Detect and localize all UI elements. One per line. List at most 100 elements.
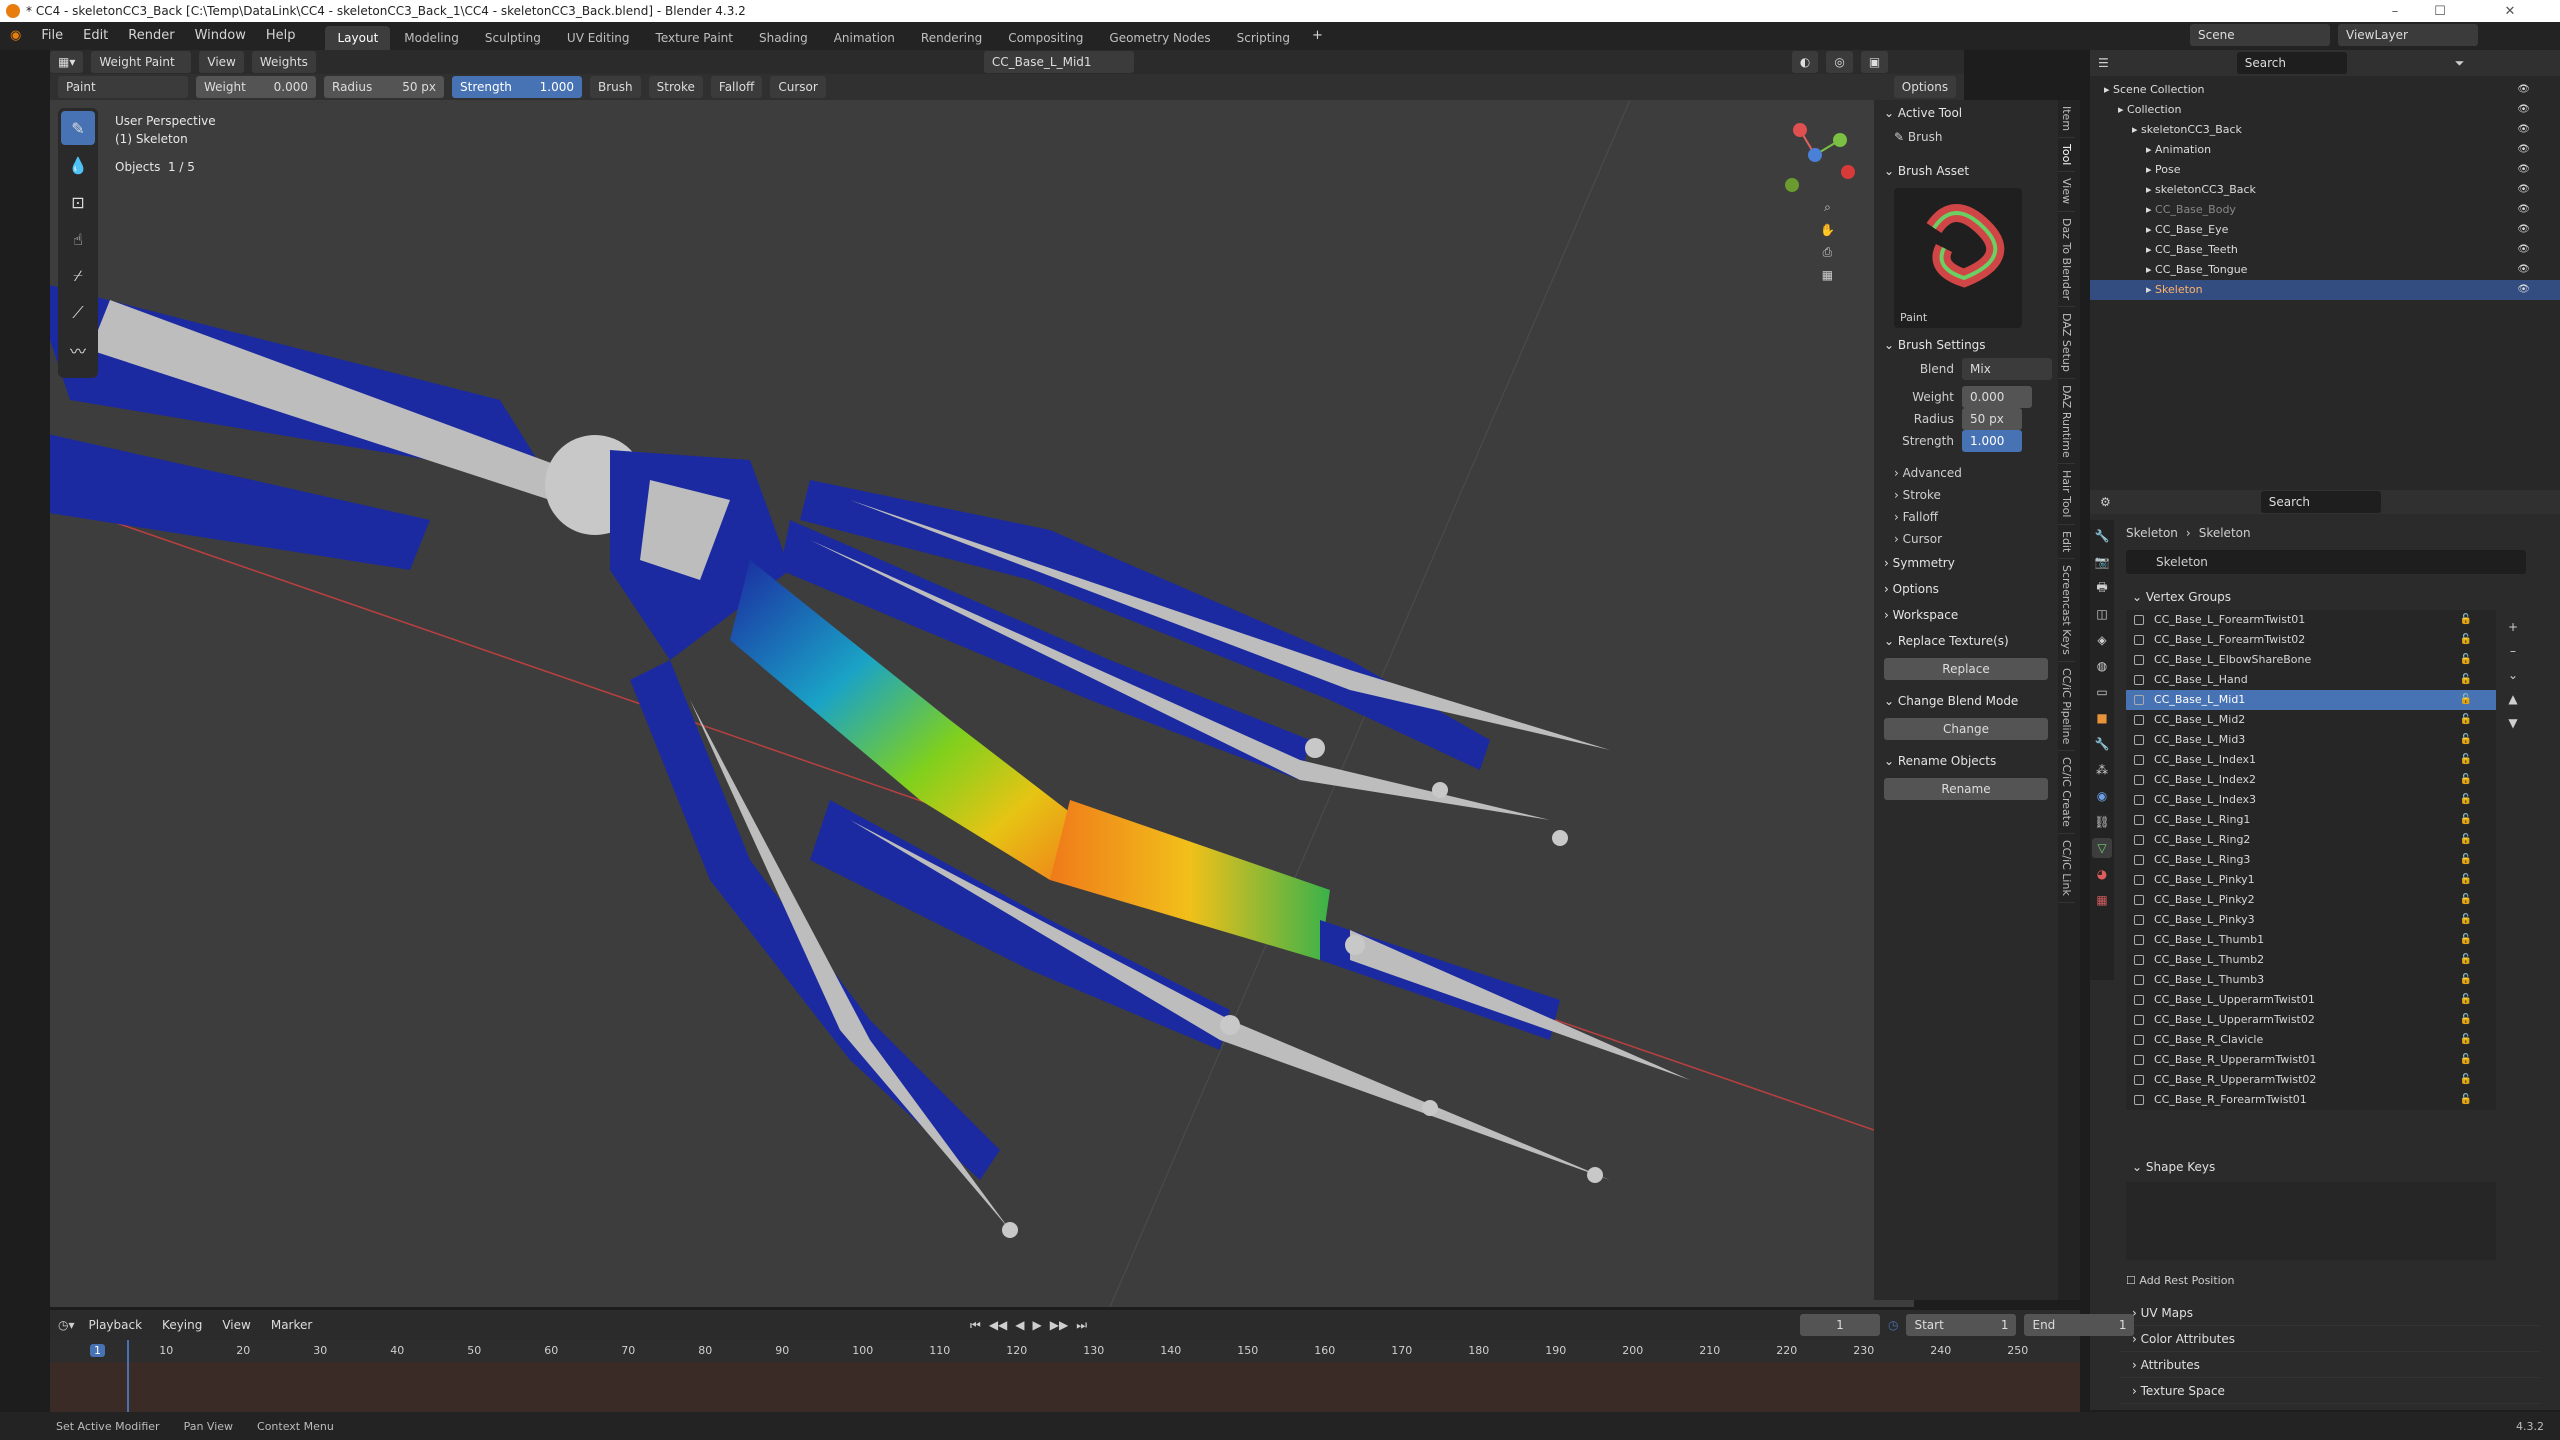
maximize-icon[interactable]: ☐ xyxy=(2420,0,2460,22)
gradient-icon[interactable]: ⟋ xyxy=(61,296,95,330)
shading-solid-icon[interactable]: ◐ xyxy=(1791,51,1819,73)
vertex-group-row[interactable]: CC_Base_L_ElbowShareBone 🔓 xyxy=(2126,650,2496,670)
annotate-icon[interactable]: 〰 xyxy=(61,333,95,367)
mode-selector[interactable]: Weight Paint xyxy=(91,51,192,73)
subsection-advanced[interactable]: › Advanced xyxy=(1874,462,2058,484)
workspace-tab-layout[interactable]: Layout xyxy=(325,26,391,50)
subsection-stroke[interactable]: › Stroke xyxy=(1874,484,2058,506)
navigation-gizmo[interactable] xyxy=(1770,110,1860,200)
sidebar-strength-field[interactable]: 1.000 xyxy=(1962,430,2022,452)
weight-field[interactable]: Weight 0.000 xyxy=(196,76,316,98)
outliner-item[interactable]: ▸ skeletonCC3_Back 👁 xyxy=(2090,180,2560,200)
output-tab-icon[interactable]: 🖶 xyxy=(2092,578,2112,598)
skeleton-hand-mesh[interactable] xyxy=(50,100,1874,1307)
zoom-icon[interactable]: ⌕ xyxy=(1820,200,1835,215)
vertex-group-row[interactable]: CC_Base_L_Thumb3 🔓 xyxy=(2126,970,2496,990)
move-up-icon[interactable]: ▲ xyxy=(2508,692,2518,706)
active-brush-row[interactable]: ✎ Brush xyxy=(1874,126,2058,148)
workspace-tab-animation[interactable]: Animation xyxy=(822,26,907,50)
falloff-menu[interactable]: Falloff xyxy=(710,76,763,98)
visibility-eye-icon[interactable]: 👁 xyxy=(2517,280,2530,300)
vertex-group-row[interactable]: CC_Base_L_Ring2 🔓 xyxy=(2126,830,2496,850)
weights-menu[interactable]: Weights xyxy=(251,51,316,73)
radius-field[interactable]: Radius 50 px xyxy=(324,76,444,98)
prev-keyframe-icon[interactable]: ◀◀ xyxy=(989,1318,1007,1333)
scene-selector[interactable]: Scene xyxy=(2190,24,2330,46)
vertex-group-row[interactable]: CC_Base_L_ForearmTwist02 🔓 xyxy=(2126,630,2496,650)
outliner-item[interactable]: ▸ CC_Base_Teeth 👁 xyxy=(2090,240,2560,260)
vertex-group-row[interactable]: CC_Base_L_Thumb2 🔓 xyxy=(2126,950,2496,970)
properties-editor-icon[interactable]: ⚙ xyxy=(2100,495,2111,509)
vertex-group-row[interactable]: CC_Base_R_ForearmTwist01 🔓 xyxy=(2126,1090,2496,1110)
mesh-name-field[interactable]: Skeleton xyxy=(2126,550,2526,574)
sample-weight-icon[interactable]: ⌿ xyxy=(61,259,95,293)
current-frame-field[interactable]: 1 xyxy=(1800,1314,1880,1336)
lock-icon[interactable]: 🔓 xyxy=(2460,1010,2472,1030)
lock-icon[interactable]: 🔓 xyxy=(2460,730,2472,750)
vertex-group-row[interactable]: CC_Base_L_Ring1 🔓 xyxy=(2126,810,2496,830)
visibility-eye-icon[interactable]: 👁 xyxy=(2517,140,2530,160)
properties-search[interactable]: Search xyxy=(2260,491,2381,513)
next-keyframe-icon[interactable]: ▶▶ xyxy=(1050,1318,1068,1333)
side-tab-view[interactable]: View xyxy=(2058,172,2075,212)
lock-icon[interactable]: 🔓 xyxy=(2460,810,2472,830)
outliner-search[interactable]: Search xyxy=(2236,52,2347,74)
visibility-eye-icon[interactable]: 👁 xyxy=(2517,80,2530,100)
sidebar-radius-field[interactable]: 50 px xyxy=(1962,408,2022,430)
visibility-eye-icon[interactable]: 👁 xyxy=(2517,200,2530,220)
section-symmetry[interactable]: › Symmetry xyxy=(1874,550,2058,576)
side-tab-daz-setup[interactable]: DAZ Setup xyxy=(2058,307,2075,379)
brush-menu[interactable]: Brush xyxy=(590,76,641,98)
shape-key-list[interactable] xyxy=(2126,1182,2496,1260)
workspace-tab-sculpting[interactable]: Sculpting xyxy=(473,26,553,50)
change-blend-mode-header[interactable]: ⌄ Change Blend Mode xyxy=(1874,688,2058,714)
options-menu[interactable]: Options xyxy=(1893,76,1957,98)
section-options[interactable]: › Options xyxy=(1874,576,2058,602)
vertex-group-row[interactable]: CC_Base_L_Index2 🔓 xyxy=(2126,770,2496,790)
vertex-group-row[interactable]: CC_Base_L_UpperarmTwist02 🔓 xyxy=(2126,1010,2496,1030)
close-icon[interactable]: ✕ xyxy=(2465,0,2555,22)
section-uv-maps[interactable]: › UV Maps xyxy=(2120,1300,2540,1326)
menu-edit[interactable]: Edit xyxy=(73,22,118,50)
lock-icon[interactable]: 🔓 xyxy=(2460,650,2472,670)
blur-brush-icon[interactable]: 💧 xyxy=(61,148,95,182)
replace-textures-header[interactable]: ⌄ Replace Texture(s) xyxy=(1874,628,2058,654)
stroke-menu[interactable]: Stroke xyxy=(648,76,703,98)
workspace-tab-scripting[interactable]: Scripting xyxy=(1225,26,1302,50)
view-layer-tab-icon[interactable]: ◫ xyxy=(2092,604,2112,624)
section-texture-space[interactable]: › Texture Space xyxy=(2120,1378,2540,1404)
timeline-editor-icon[interactable]: ◷▾ xyxy=(58,1318,75,1332)
visibility-eye-icon[interactable]: 👁 xyxy=(2517,180,2530,200)
blender-menu-icon[interactable]: ◉ xyxy=(0,22,31,50)
lock-icon[interactable]: 🔓 xyxy=(2460,710,2472,730)
cursor-menu[interactable]: Cursor xyxy=(770,76,826,98)
menu-window[interactable]: Window xyxy=(185,22,256,50)
lock-icon[interactable]: 🔓 xyxy=(2460,690,2472,710)
side-tab-hair-tool[interactable]: Hair Tool xyxy=(2058,464,2075,525)
side-tab-tool[interactable]: Tool xyxy=(2058,138,2075,173)
jump-start-icon[interactable]: ⏮ xyxy=(970,1318,981,1333)
collection-tab-icon[interactable]: ▭ xyxy=(2092,682,2112,702)
lock-icon[interactable]: 🔓 xyxy=(2460,610,2472,630)
visibility-eye-icon[interactable]: 👁 xyxy=(2517,240,2530,260)
workspace-tab-geometry-nodes[interactable]: Geometry Nodes xyxy=(1097,26,1222,50)
visibility-eye-icon[interactable]: 👁 xyxy=(2517,120,2530,140)
lock-icon[interactable]: 🔓 xyxy=(2460,1050,2472,1070)
side-tab-edit[interactable]: Edit xyxy=(2058,525,2075,560)
render-tab-icon[interactable]: 📷 xyxy=(2092,552,2112,572)
xray-icon[interactable]: ▣ xyxy=(1860,51,1889,73)
rename-objects-header[interactable]: ⌄ Rename Objects xyxy=(1874,748,2058,774)
subsection-cursor[interactable]: › Cursor xyxy=(1874,528,2058,550)
vertex-group-specials-icon[interactable]: ⌄ xyxy=(2508,668,2518,682)
visibility-eye-icon[interactable]: 👁 xyxy=(2517,100,2530,120)
side-tab-screencast-keys[interactable]: Screencast Keys xyxy=(2058,559,2075,662)
particles-tab-icon[interactable]: ⁂ xyxy=(2092,760,2112,780)
filter-icon[interactable]: ⏷ xyxy=(2455,56,2465,71)
lock-icon[interactable]: 🔓 xyxy=(2460,970,2472,990)
add-workspace-icon[interactable]: + xyxy=(1302,22,1333,50)
side-tab-cc-ic-pipeline[interactable]: CC/iC Pipeline xyxy=(2058,662,2075,752)
world-tab-icon[interactable]: ◍ xyxy=(2092,656,2112,676)
outliner-item[interactable]: ▸ Scene Collection 👁 xyxy=(2090,80,2560,100)
vertex-group-row[interactable]: CC_Base_L_Ring3 🔓 xyxy=(2126,850,2496,870)
outliner-item[interactable]: ▸ CC_Base_Eye 👁 xyxy=(2090,220,2560,240)
